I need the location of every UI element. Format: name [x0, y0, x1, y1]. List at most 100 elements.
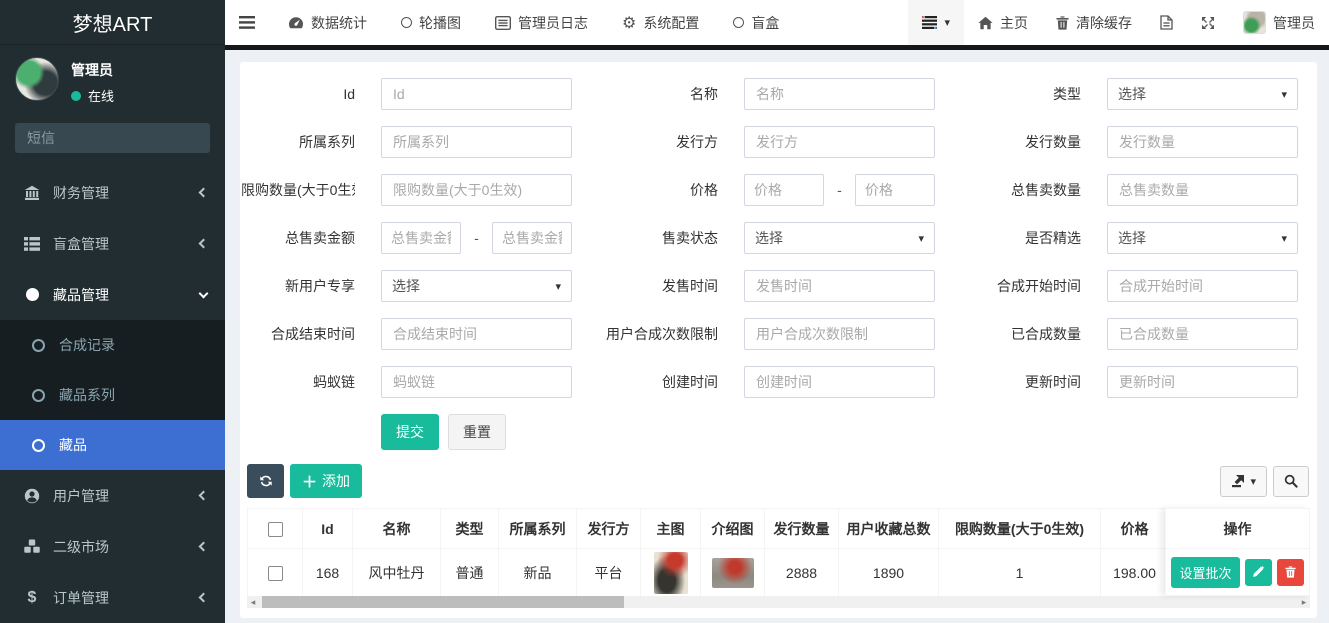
- total-sold-field[interactable]: [1107, 174, 1298, 206]
- series-field[interactable]: [381, 126, 572, 158]
- field-label: 总售卖数量: [935, 180, 1107, 200]
- sidebar-item-collections[interactable]: 藏品管理: [0, 269, 225, 320]
- account-menu[interactable]: 管理员: [1229, 0, 1329, 45]
- nav-item-admin-log[interactable]: 管理员日志: [480, 13, 603, 33]
- scroll-left-arrow[interactable]: ◂: [247, 596, 259, 608]
- total-amount-min-field[interactable]: [381, 222, 461, 254]
- search-icon: [1284, 474, 1298, 488]
- row-checkbox[interactable]: [268, 566, 283, 581]
- field-label: 用户合成次数限制: [572, 324, 744, 344]
- quick-menu-dropdown[interactable]: ▾: [908, 0, 964, 45]
- sidebar-item-label: 藏品: [59, 435, 87, 455]
- main-image-thumbnail[interactable]: [654, 552, 688, 594]
- new-user-select[interactable]: 选择▾: [381, 270, 572, 302]
- table-search-button[interactable]: [1273, 466, 1309, 497]
- add-button[interactable]: ＋ 添加: [290, 464, 362, 498]
- field-label: 发行方: [572, 132, 744, 152]
- sale-time-field[interactable]: [744, 270, 935, 302]
- chevron-left-icon: [199, 239, 209, 249]
- scrollbar-thumb[interactable]: [262, 596, 624, 608]
- nav-item-carousel[interactable]: 轮播图: [386, 13, 476, 33]
- column-header[interactable]: 介绍图: [701, 509, 765, 549]
- intro-image-thumbnail[interactable]: [712, 558, 754, 588]
- synth-limit-field[interactable]: [744, 318, 935, 350]
- filter-form: Id 名称 类型 选择▾ 所属系列 发行方 发行数量 限购数量(大于0生效): [240, 62, 1317, 450]
- set-batch-button[interactable]: 设置批次: [1171, 557, 1239, 588]
- edit-button[interactable]: [1245, 559, 1272, 586]
- nav-item-statistics[interactable]: 数据统计: [273, 13, 382, 33]
- sidebar-item-collection-series[interactable]: 藏品系列: [0, 370, 225, 420]
- sidebar-item-synth-records[interactable]: 合成记录: [0, 320, 225, 370]
- column-header[interactable]: 名称: [353, 509, 441, 549]
- caret-down-icon: ▾: [918, 232, 924, 245]
- field-label: 名称: [572, 84, 744, 104]
- purchase-limit-field[interactable]: [381, 174, 572, 206]
- field-label: 类型: [935, 84, 1107, 104]
- total-amount-max-field[interactable]: [492, 222, 572, 254]
- sidebar-toggle-button[interactable]: [225, 0, 269, 45]
- home-label: 主页: [1000, 13, 1028, 33]
- column-header[interactable]: 主图: [641, 509, 701, 549]
- field-label: 合成开始时间: [935, 276, 1107, 296]
- sidebar-item-orders[interactable]: $ 订单管理: [0, 572, 225, 623]
- circle-outline-icon: [28, 339, 48, 352]
- sidebar-item-finance[interactable]: 财务管理: [0, 167, 225, 218]
- online-status-label: 在线: [88, 86, 114, 105]
- plus-icon: ＋: [302, 471, 317, 492]
- sidebar-item-users[interactable]: 用户管理: [0, 470, 225, 521]
- field-label: 售卖状态: [572, 228, 744, 248]
- cell-series: 新品: [499, 549, 577, 597]
- update-time-field[interactable]: [1107, 366, 1298, 398]
- nav-item-system-config[interactable]: ⚙ 系统配置: [607, 13, 714, 33]
- ant-chain-field[interactable]: [381, 366, 572, 398]
- synth-start-field[interactable]: [1107, 270, 1298, 302]
- column-header[interactable]: 价格: [1101, 509, 1169, 549]
- fullscreen-button[interactable]: [1187, 0, 1229, 45]
- select-all-checkbox[interactable]: [268, 522, 283, 537]
- sidebar-search-input[interactable]: [15, 123, 210, 153]
- scroll-right-arrow[interactable]: ▸: [1298, 596, 1310, 608]
- name-field[interactable]: [744, 78, 935, 110]
- trash-icon: [1285, 566, 1296, 578]
- issuer-field[interactable]: [744, 126, 935, 158]
- column-header[interactable]: 所属系列: [499, 509, 577, 549]
- export-button[interactable]: ▾: [1220, 466, 1267, 497]
- reset-button[interactable]: 重置: [448, 414, 506, 450]
- synth-end-field[interactable]: [381, 318, 572, 350]
- home-button[interactable]: 主页: [964, 0, 1042, 45]
- column-header[interactable]: 限购数量(大于0生效): [939, 509, 1101, 549]
- caret-down-icon: ▾: [1281, 232, 1287, 245]
- clear-cache-button[interactable]: 清除缓存: [1042, 0, 1146, 45]
- sidebar-item-secondary-market[interactable]: 二级市场: [0, 521, 225, 572]
- chevron-left-icon: [199, 593, 209, 603]
- column-header[interactable]: 用户收藏总数: [839, 509, 939, 549]
- price-max-field[interactable]: [855, 174, 935, 206]
- price-min-field[interactable]: [744, 174, 824, 206]
- cell-issuer: 平台: [577, 549, 641, 597]
- file-icon: [1160, 15, 1173, 30]
- field-label: 所属系列: [241, 132, 381, 152]
- issue-count-field[interactable]: [1107, 126, 1298, 158]
- refresh-button[interactable]: [247, 464, 284, 498]
- sidebar-item-blindbox[interactable]: 盲盒管理: [0, 218, 225, 269]
- column-header[interactable]: Id: [303, 509, 353, 549]
- id-field[interactable]: [381, 78, 572, 110]
- field-label: 限购数量(大于0生效): [241, 180, 381, 200]
- column-header[interactable]: 发行方: [577, 509, 641, 549]
- synth-count-field[interactable]: [1107, 318, 1298, 350]
- dashboard-icon: [288, 16, 304, 30]
- type-select[interactable]: 选择▾: [1107, 78, 1298, 110]
- top-navbar: 数据统计 轮播图 管理员日志 ⚙ 系统配置: [225, 0, 1329, 45]
- sidebar-item-collection-active[interactable]: 藏品: [0, 420, 225, 470]
- file-button[interactable]: [1146, 0, 1187, 45]
- delete-button[interactable]: [1277, 559, 1304, 586]
- horizontal-scrollbar[interactable]: ◂ ▸: [247, 596, 1310, 608]
- featured-select[interactable]: 选择▾: [1107, 222, 1298, 254]
- column-header[interactable]: 发行数量: [765, 509, 839, 549]
- column-header[interactable]: 类型: [441, 509, 499, 549]
- nav-item-blindbox[interactable]: 盲盒: [718, 13, 794, 33]
- submit-button[interactable]: 提交: [381, 414, 439, 450]
- create-time-field[interactable]: [744, 366, 935, 398]
- clear-cache-label: 清除缓存: [1076, 13, 1132, 33]
- sale-status-select[interactable]: 选择▾: [744, 222, 935, 254]
